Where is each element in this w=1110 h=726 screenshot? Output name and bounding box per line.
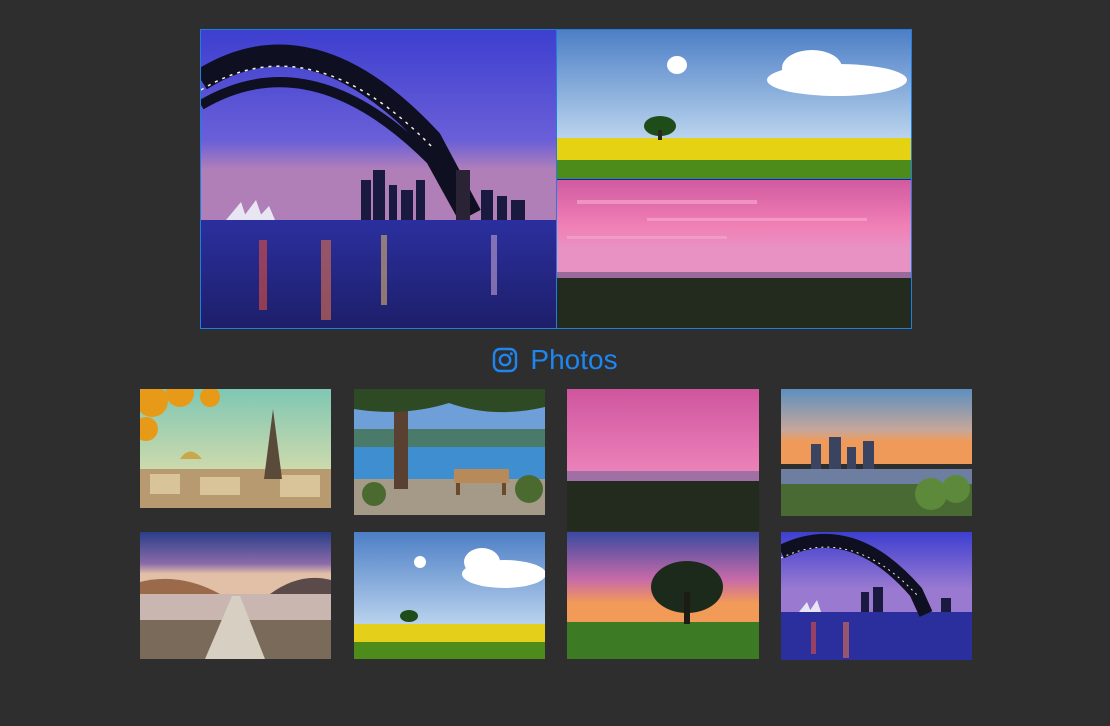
thumbnail-city-river[interactable]	[781, 389, 972, 516]
gallery-heading: Photos	[0, 340, 1110, 380]
instagram-icon	[493, 347, 518, 373]
featured-photo-harbour-bridge[interactable]	[201, 30, 556, 328]
thumbnail-tree-field[interactable]	[354, 532, 545, 659]
featured-collage	[200, 29, 912, 329]
featured-photo-pink-sunset[interactable]	[557, 180, 911, 328]
thumbnail-lake-pier[interactable]	[140, 532, 331, 659]
thumbnail-eiffel-tower[interactable]	[140, 389, 331, 508]
thumbnail-pink-sunset[interactable]	[567, 389, 759, 531]
thumbnail-lone-tree[interactable]	[567, 532, 759, 659]
featured-photo-tree-field[interactable]	[557, 30, 911, 179]
gallery-title: Photos	[530, 344, 618, 375]
thumbnail-lake-bench[interactable]	[354, 389, 545, 515]
thumbnail-harbour-bridge[interactable]	[781, 532, 972, 660]
